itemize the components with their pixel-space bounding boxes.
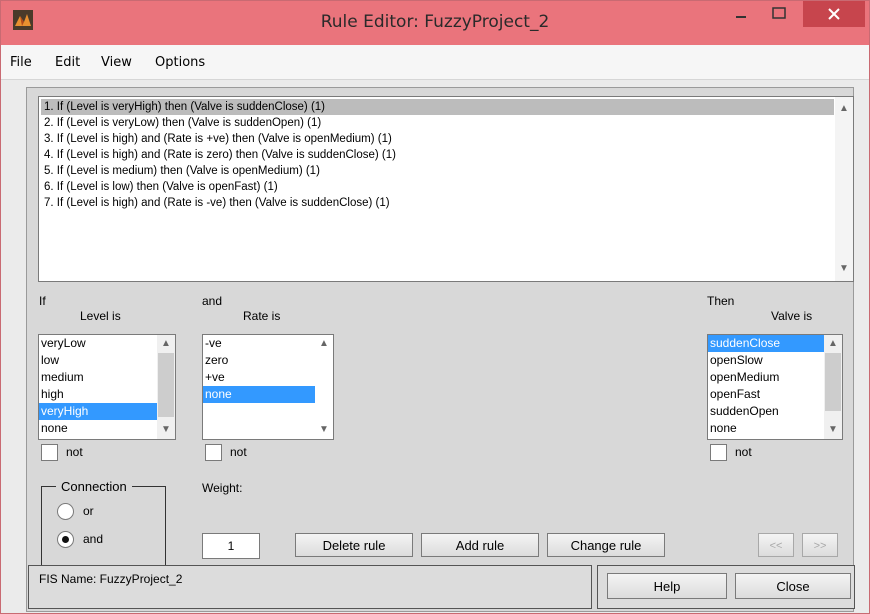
level-scrollbar[interactable]: ▲ ▼ <box>157 335 175 439</box>
scroll-thumb[interactable] <box>158 353 174 417</box>
list-item[interactable]: +ve <box>203 369 333 386</box>
level-not-label: not <box>66 445 83 459</box>
rule-item[interactable]: 1. If (Level is veryHigh) then (Valve is… <box>41 99 834 115</box>
rule-item[interactable]: 3. If (Level is high) and (Rate is +ve) … <box>41 131 834 147</box>
rule-item[interactable]: 2. If (Level is veryLow) then (Valve is … <box>41 115 834 131</box>
scroll-thumb[interactable] <box>825 353 841 411</box>
rule-item[interactable]: 7. If (Level is high) and (Rate is -ve) … <box>41 195 834 211</box>
status-bar: FIS Name: FuzzyProject_2 <box>28 565 592 609</box>
or-label: or <box>83 504 94 518</box>
list-item[interactable]: suddenOpen <box>708 403 842 420</box>
valve-variable-label: Valve is <box>771 309 813 323</box>
list-item[interactable]: veryHigh <box>39 403 175 420</box>
list-item[interactable]: -ve <box>203 335 333 352</box>
rules-scrollbar[interactable]: ▲ ▼ <box>835 97 853 281</box>
valve-not-checkbox[interactable] <box>710 444 727 461</box>
menu-options[interactable]: Options <box>155 55 205 70</box>
list-item[interactable]: zero <box>203 352 333 369</box>
and-connection-label: and <box>83 532 104 546</box>
menu-view[interactable]: View <box>101 55 132 70</box>
title-bar[interactable]: Rule Editor: FuzzyProject_2 <box>1 1 869 45</box>
rules-list[interactable]: 1. If (Level is veryHigh) then (Valve is… <box>38 96 854 282</box>
minimize-icon <box>736 16 746 18</box>
valve-scrollbar[interactable]: ▲ ▼ <box>824 335 842 439</box>
weight-label: Weight: <box>202 481 243 495</box>
list-item[interactable]: none <box>203 386 333 403</box>
rate-listbox[interactable]: -ve zero +ve none ▲ ▼ <box>202 334 334 440</box>
level-not-checkbox[interactable] <box>41 444 58 461</box>
list-item[interactable]: medium <box>39 369 175 386</box>
list-item[interactable]: openSlow <box>708 352 842 369</box>
list-item[interactable]: low <box>39 352 175 369</box>
scroll-down-icon[interactable]: ▼ <box>315 422 333 438</box>
or-radio[interactable] <box>57 503 74 520</box>
list-item[interactable]: high <box>39 386 175 403</box>
rate-variable-label: Rate is <box>243 309 281 323</box>
level-variable-label: Level is <box>80 309 121 323</box>
close-button[interactable]: Close <box>735 573 851 599</box>
list-item[interactable]: openMedium <box>708 369 842 386</box>
menu-bar: File Edit View Options <box>1 45 869 80</box>
add-rule-button[interactable]: Add rule <box>421 533 539 557</box>
list-item[interactable]: veryLow <box>39 335 175 352</box>
rule-item[interactable]: 4. If (Level is high) and (Rate is zero)… <box>41 147 834 163</box>
maximize-button[interactable] <box>764 1 794 27</box>
weight-input[interactable]: 1 <box>202 533 260 559</box>
level-listbox[interactable]: veryLow low medium high veryHigh none ▲ … <box>38 334 176 440</box>
list-item[interactable]: openFast <box>708 386 842 403</box>
rate-scrollbar[interactable]: ▲ ▼ <box>315 335 333 439</box>
help-button[interactable]: Help <box>607 573 727 599</box>
connection-groupbox <box>41 486 166 571</box>
rate-not-label: not <box>230 445 247 459</box>
if-label: If <box>39 294 46 308</box>
rule-item[interactable]: 6. If (Level is low) then (Valve is open… <box>41 179 834 195</box>
valve-listbox[interactable]: suddenClose openSlow openMedium openFast… <box>707 334 843 440</box>
scroll-up-icon[interactable]: ▲ <box>315 336 333 352</box>
close-icon <box>828 8 840 20</box>
scroll-up-icon[interactable]: ▲ <box>824 336 842 352</box>
maximize-icon <box>772 7 786 19</box>
list-item[interactable]: none <box>708 420 842 437</box>
and-label: and <box>202 294 223 308</box>
and-radio[interactable] <box>57 531 74 548</box>
menu-edit[interactable]: Edit <box>55 55 80 70</box>
then-label: Then <box>707 294 735 308</box>
list-item[interactable]: none <box>39 420 175 437</box>
prev-rule-button[interactable]: << <box>758 533 794 557</box>
scroll-down-icon[interactable]: ▼ <box>835 261 853 277</box>
list-item[interactable]: suddenClose <box>708 335 842 352</box>
change-rule-button[interactable]: Change rule <box>547 533 665 557</box>
rule-item[interactable]: 5. If (Level is medium) then (Valve is o… <box>41 163 834 179</box>
scroll-down-icon[interactable]: ▼ <box>824 422 842 438</box>
next-rule-button[interactable]: >> <box>802 533 838 557</box>
rule-editor-window: Rule Editor: FuzzyProject_2 File Edit Vi… <box>0 0 870 614</box>
minimize-button[interactable] <box>726 1 756 27</box>
menu-file[interactable]: File <box>10 55 32 70</box>
fis-name-status: FIS Name: FuzzyProject_2 <box>39 572 183 586</box>
scroll-up-icon[interactable]: ▲ <box>157 336 175 352</box>
valve-not-label: not <box>735 445 752 459</box>
delete-rule-button[interactable]: Delete rule <box>295 533 413 557</box>
connection-title: Connection <box>56 479 132 494</box>
scroll-up-icon[interactable]: ▲ <box>835 101 853 117</box>
scroll-down-icon[interactable]: ▼ <box>157 422 175 438</box>
close-window-button[interactable] <box>803 1 865 27</box>
rate-not-checkbox[interactable] <box>205 444 222 461</box>
